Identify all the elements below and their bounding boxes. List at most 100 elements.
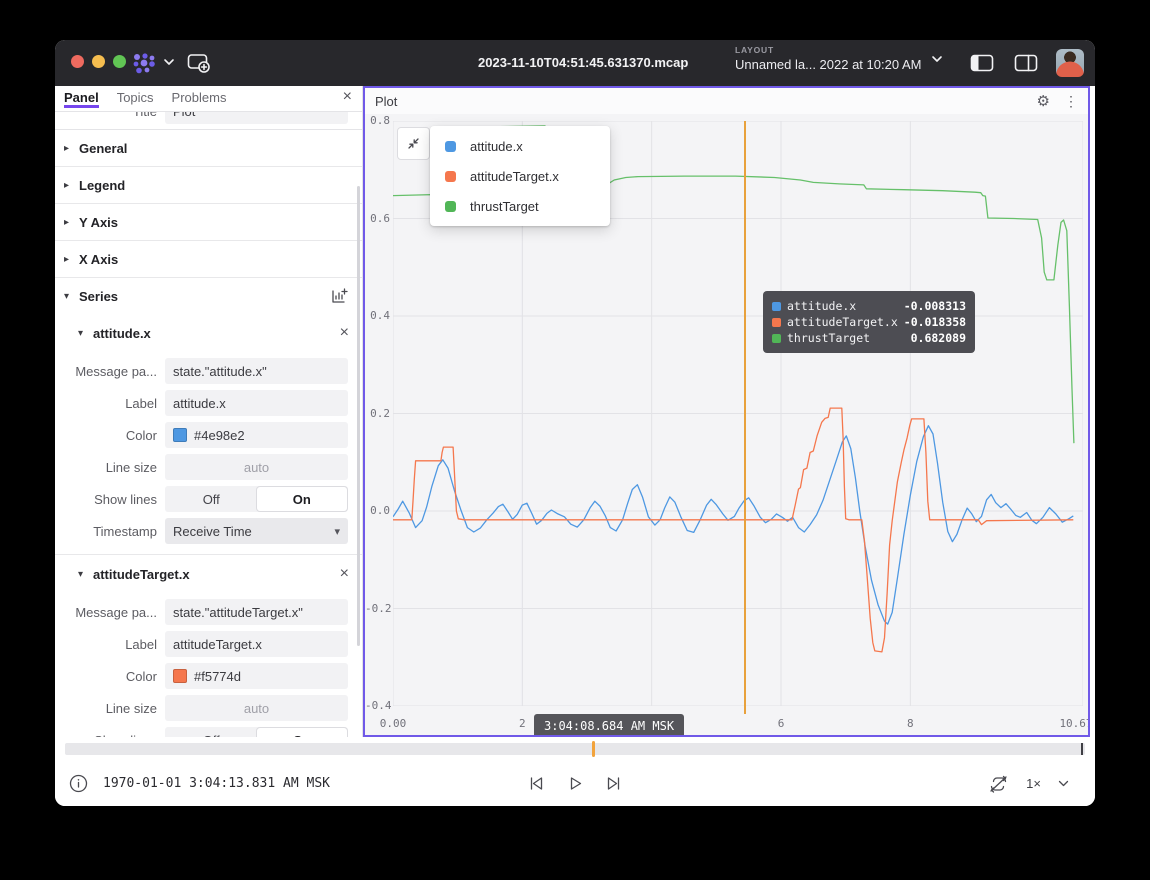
series-attitude-target-x-header[interactable]: ▾ attitudeTarget.x × [55,554,362,593]
close-window-button[interactable] [71,55,84,68]
legend-item[interactable]: attitude.x [430,131,610,161]
settings-sidebar: Panel Topics Problems × Title Plot ▸ Gen… [55,86,363,737]
tooltip-row: thrustTarget 0.682089 [772,330,966,346]
user-avatar[interactable] [1056,49,1084,77]
color-input[interactable]: #4e98e2 [165,422,348,448]
collapse-arrows-icon [406,136,421,151]
tooltip-row: attitude.x -0.008313 [772,298,966,314]
series-color-swatch [772,302,781,311]
info-icon[interactable] [69,774,88,793]
scrubber-time-tooltip: 3:04:08.684 AM MSK [534,714,684,735]
tab-topics[interactable]: Topics [117,90,154,107]
kebab-menu-icon[interactable]: ⋮ [1064,93,1078,110]
title-field-row-clipped: Title Plot [55,112,362,130]
series-color-swatch [445,201,456,212]
label-input[interactable]: attitudeTarget.x [165,631,348,657]
play-button[interactable] [566,774,585,793]
collapse-legend-button[interactable] [397,127,430,160]
titlebar: 2023-11-10T04:51:45.631370.mcap LAYOUT U… [55,40,1095,86]
caret-right-icon: ▸ [64,143,72,154]
legend-item[interactable]: thrustTarget [430,191,610,221]
caret-right-icon: ▸ [64,180,72,191]
sidebar-scrollbar[interactable] [357,186,360,646]
tab-panel[interactable]: Panel [64,90,99,108]
playback-controls-bar: 1970-01-01 3:04:13.831 AM MSK 1× [55,761,1095,806]
layout-selector[interactable]: LAYOUT Unnamed la... 2022 at 10:20 AM [735,45,943,72]
playback-cursor-line [744,121,746,714]
left-sidebar-toggle-icon[interactable] [970,53,994,73]
section-x-axis[interactable]: ▸ X Axis [55,241,362,278]
foxglove-logo-icon[interactable] [131,51,157,75]
close-sidebar-icon[interactable]: × [343,88,352,106]
chart-area[interactable]: 0.80.60.40.20.0-0.2-0.4 0.00246810.67 at… [365,114,1088,735]
seek-backward-button[interactable] [527,774,546,793]
caret-right-icon: ▸ [64,254,72,265]
color-label: Color [55,669,165,684]
seek-forward-button[interactable] [605,774,624,793]
tooltip-row: attitudeTarget.x -0.018358 [772,314,966,330]
legend-popup: attitude.x attitudeTarget.x thrustTarget [430,126,610,226]
color-label: Color [55,428,165,443]
caret-right-icon: ▸ [64,217,72,228]
message-path-input[interactable]: state."attitudeTarget.x" [165,599,348,625]
color-input[interactable]: #f5774d [165,663,348,689]
plot-panel-title: Plot [375,94,397,109]
current-timestamp: 1970-01-01 3:04:13.831 AM MSK [103,776,330,791]
plot-panel-header[interactable]: Plot ⚙ ⋮ [365,88,1088,114]
legend-item[interactable]: attitudeTarget.x [430,161,610,191]
message-path-input[interactable]: state."attitude.x" [165,358,348,384]
caret-down-icon: ▾ [78,569,86,580]
minimize-window-button[interactable] [92,55,105,68]
series-color-swatch [772,318,781,327]
tab-problems[interactable]: Problems [172,90,227,107]
panel-title-input[interactable]: Plot [165,112,348,124]
section-legend[interactable]: ▸ Legend [55,167,362,204]
file-title: 2023-11-10T04:51:45.631370.mcap [478,55,688,70]
timestamp-label: Timestamp [55,524,165,539]
gear-icon[interactable]: ⚙ [1037,92,1050,110]
series-color-swatch [445,141,456,152]
playback-speed[interactable]: 1× [1026,776,1041,791]
line-size-input[interactable]: auto [165,454,348,480]
section-general[interactable]: ▸ General [55,130,362,167]
add-panel-icon[interactable] [187,52,211,74]
sidebar-tabs: Panel Topics Problems × [55,86,362,112]
message-path-label: Message pa... [55,605,165,620]
caret-down-icon: ▾ [64,291,72,302]
scrubber-end-marker [1081,743,1083,755]
show-lines-label: Show lines [55,492,165,507]
scrubber-playhead[interactable] [592,741,595,757]
section-y-axis[interactable]: ▸ Y Axis [55,204,362,241]
app-window: 2023-11-10T04:51:45.631370.mcap LAYOUT U… [55,40,1095,806]
loop-off-icon[interactable] [988,775,1009,793]
remove-series-icon[interactable]: × [340,324,349,342]
show-lines-off-option[interactable]: Off [166,487,257,511]
layout-label: LAYOUT [735,45,921,55]
layout-name: Unnamed la... 2022 at 10:20 AM [735,57,921,72]
timestamp-select[interactable]: Receive Time ▾ [165,518,348,544]
traffic-lights [71,55,126,68]
playback-scrubber[interactable] [65,743,1085,755]
line-size-label: Line size [55,460,165,475]
series-attitude-x-header[interactable]: ▾ attitude.x × [55,314,362,352]
speed-chevron-icon[interactable] [1058,780,1069,787]
app-menu-chevron-icon[interactable] [163,58,175,66]
series-color-swatch [445,171,456,182]
remove-series-icon[interactable]: × [340,565,349,583]
section-series[interactable]: ▾ Series [55,278,362,314]
right-sidebar-toggle-icon[interactable] [1014,53,1038,73]
show-lines-on-option[interactable]: On [257,487,348,511]
color-swatch[interactable] [173,669,187,683]
layout-chevron-icon [931,55,943,63]
color-swatch[interactable] [173,428,187,442]
caret-down-icon: ▾ [78,328,86,339]
line-size-label: Line size [55,701,165,716]
label-input[interactable]: attitude.x [165,390,348,416]
line-size-input[interactable]: auto [165,695,348,721]
add-series-icon[interactable] [331,288,348,305]
zoom-window-button[interactable] [113,55,126,68]
playback-scrubber-row [55,737,1095,761]
title-field-label: Title [55,112,165,119]
plot-panel[interactable]: Plot ⚙ ⋮ 0.80.60.40.20.0-0.2-0.4 0.00246… [363,86,1090,737]
message-path-label: Message pa... [55,364,165,379]
